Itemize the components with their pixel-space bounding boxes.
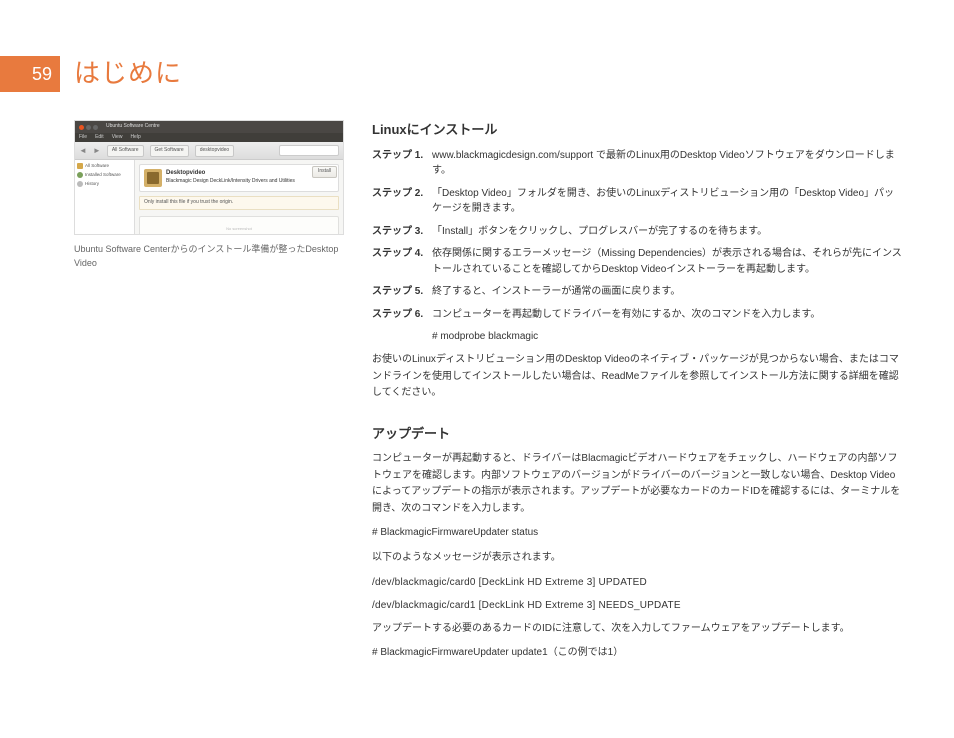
figure-main-panel: Desktopvideo Blackmagic Design DeckLink/… xyxy=(135,160,343,234)
step-label: ステップ 3. xyxy=(372,224,432,240)
clock-icon xyxy=(77,181,83,187)
figure-window-title: Ubuntu Software Centre xyxy=(106,123,160,131)
crumb-all: All Software xyxy=(107,145,144,157)
step-label: ステップ 1. xyxy=(372,148,432,179)
figure-card-text: Desktopvideo Blackmagic Design DeckLink/… xyxy=(166,169,295,187)
step-2: ステップ 2. 「Desktop Video」フォルダを開き、お使いのLinux… xyxy=(372,186,902,217)
crumb-pkg: desktopvideo xyxy=(195,145,234,157)
step-label: ステップ 5. xyxy=(372,284,432,300)
step-3: ステップ 3. 「Install」ボタンをクリックし、プログレスバーが完了するの… xyxy=(372,224,902,240)
device-line-0: /dev/blackmagic/card0 [DeckLink HD Extre… xyxy=(372,575,902,590)
step-label: ステップ 6. xyxy=(372,307,432,323)
figure-caption: Ubuntu Software Centerからのインストール準備が整ったDes… xyxy=(74,243,344,270)
update-command: # BlackmagicFirmwareUpdater update1（この例で… xyxy=(372,645,902,660)
menu-help: Help xyxy=(130,134,140,142)
status-command: # BlackmagicFirmwareUpdater status xyxy=(372,525,902,540)
message-intro: 以下のようなメッセージが表示されます。 xyxy=(372,550,902,567)
menu-file: File xyxy=(79,134,87,142)
menu-view: View xyxy=(112,134,123,142)
close-icon xyxy=(79,125,84,130)
step-1: ステップ 1. www.blackmagicdesign.com/support… xyxy=(372,148,902,179)
back-icon: ◄ xyxy=(79,145,87,157)
package-box-icon xyxy=(144,169,162,187)
page-title: はじめに xyxy=(74,54,182,93)
step-text: 「Desktop Video」フォルダを開き、お使いのLinuxディストリビュー… xyxy=(432,186,902,217)
linux-install-note: お使いのLinuxディストリビューション用のDesktop Videoのネイティ… xyxy=(372,352,902,402)
step-5: ステップ 5. 終了すると、インストーラーが通常の画面に戻ります。 xyxy=(372,284,902,300)
page-number: 59 xyxy=(32,61,52,88)
minimize-icon xyxy=(86,125,91,130)
left-history: History xyxy=(77,180,132,189)
step-text: コンピューターを再起動してドライバーを有効にするか、次のコマンドを入力します。 xyxy=(432,307,902,323)
step-text: www.blackmagicdesign.com/support で最新のLin… xyxy=(432,148,902,179)
left-all-label: All Software xyxy=(85,163,109,170)
step-6: ステップ 6. コンピューターを再起動してドライバーを有効にするか、次のコマンド… xyxy=(372,307,902,323)
left-installed-label: Installed Software xyxy=(85,172,121,179)
linux-install-heading: Linuxにインストール xyxy=(372,120,902,140)
menu-edit: Edit xyxy=(95,134,104,142)
figure-warning-note: Only install this file if you trust the … xyxy=(139,196,339,210)
figure-titlebar: Ubuntu Software Centre xyxy=(75,121,343,133)
left-all: All Software xyxy=(77,162,132,171)
update-note: アップデートする必要のあるカードのIDに注意して、次を入力してファームウェアをア… xyxy=(372,621,902,638)
device-line-1: /dev/blackmagic/card1 [DeckLink HD Extre… xyxy=(372,598,902,613)
step-text: 終了すると、インストーラーが通常の画面に戻ります。 xyxy=(432,284,902,300)
crumb-get: Get Software xyxy=(150,145,189,157)
figure-menubar: File Edit View Help xyxy=(75,133,343,142)
search-field xyxy=(279,145,339,156)
maximize-icon xyxy=(93,125,98,130)
step-text: 依存関係に関するエラーメッセージ（Missing Dependencies）が表… xyxy=(432,246,902,277)
forward-icon: ► xyxy=(93,145,101,157)
figure-no-screenshot: No screenshot xyxy=(139,216,339,236)
update-heading: アップデート xyxy=(372,424,902,444)
step-4: ステップ 4. 依存関係に関するエラーメッセージ（Missing Depende… xyxy=(372,246,902,277)
figure-body: All Software Installed Software History … xyxy=(75,160,343,234)
figure-left-panel: All Software Installed Software History xyxy=(75,160,135,234)
main-content: Linuxにインストール ステップ 1. www.blackmagicdesig… xyxy=(372,120,902,670)
figure-toolbar: ◄ ► All Software Get Software desktopvid… xyxy=(75,142,343,160)
step-label: ステップ 4. xyxy=(372,246,432,277)
page-number-badge: 59 xyxy=(0,56,60,92)
update-intro: コンピューターが再起動すると、ドライバーはBlacmagicビデオハードウェアを… xyxy=(372,451,902,517)
modprobe-command: # modprobe blackmagic xyxy=(432,329,902,344)
figure-card-subtitle: Blackmagic Design DeckLink/Intensity Dri… xyxy=(166,178,295,186)
sidebar: Ubuntu Software Centre File Edit View He… xyxy=(74,120,344,270)
package-icon xyxy=(77,163,83,169)
left-installed: Installed Software xyxy=(77,171,132,180)
figure-package-card: Desktopvideo Blackmagic Design DeckLink/… xyxy=(139,164,339,192)
figure-card-title: Desktopvideo xyxy=(166,169,295,178)
left-history-label: History xyxy=(85,181,99,188)
check-icon xyxy=(77,172,83,178)
step-label: ステップ 2. xyxy=(372,186,432,217)
step-text: 「Install」ボタンをクリックし、プログレスバーが完了するのを待ちます。 xyxy=(432,224,902,240)
ubuntu-software-center-figure: Ubuntu Software Centre File Edit View He… xyxy=(74,120,344,235)
install-button: Install xyxy=(312,166,337,178)
